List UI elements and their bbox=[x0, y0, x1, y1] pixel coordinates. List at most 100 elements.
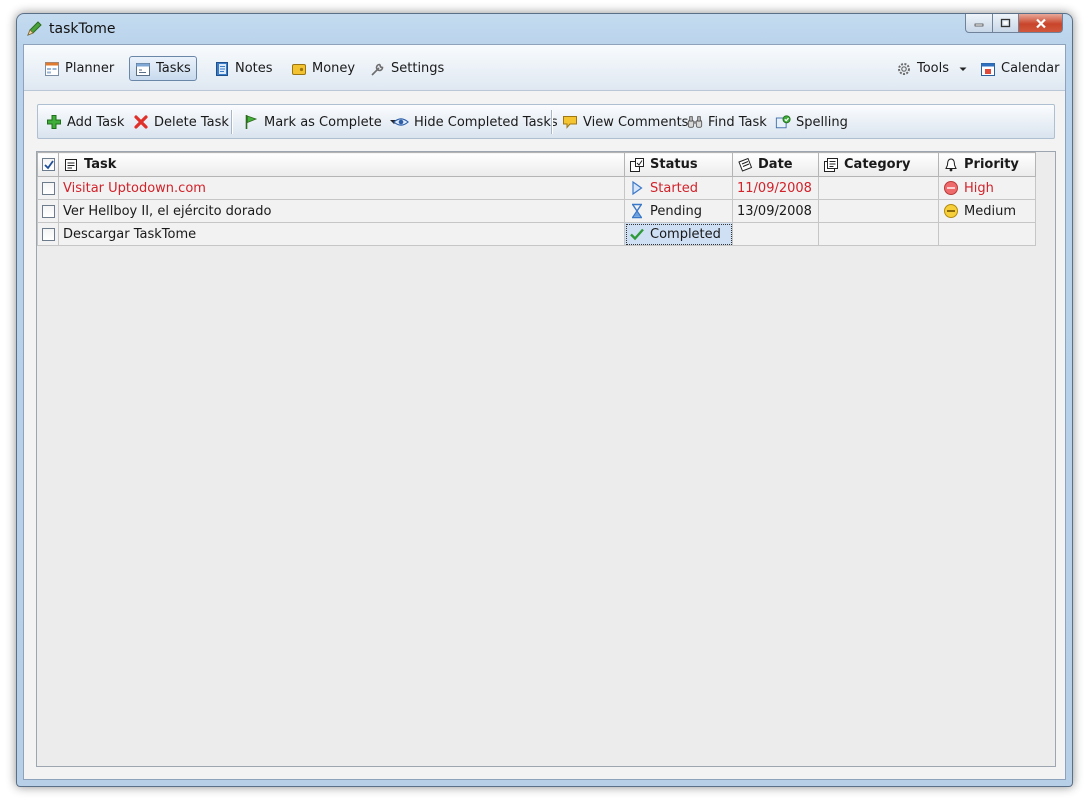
maximize-button[interactable] bbox=[993, 14, 1019, 33]
priority-cell[interactable]: Medium bbox=[938, 199, 1036, 223]
column-header-status[interactable]: Status bbox=[624, 152, 733, 177]
tasks-icon bbox=[136, 62, 150, 76]
status-cell[interactable]: Pending bbox=[624, 199, 733, 223]
priority-text: High bbox=[964, 180, 994, 196]
nav-notes[interactable]: Notes bbox=[209, 56, 278, 81]
comment-icon bbox=[563, 116, 577, 129]
select-all-checkbox[interactable] bbox=[42, 158, 55, 171]
spelling-label: Spelling bbox=[796, 114, 848, 130]
task-cell[interactable]: Descargar TaskTome bbox=[58, 222, 625, 246]
date-cell[interactable]: 13/09/2008 bbox=[732, 199, 819, 223]
nav-tools[interactable]: Tools bbox=[891, 56, 973, 81]
task-list-icon bbox=[65, 158, 77, 171]
plus-icon bbox=[47, 115, 61, 129]
nav-calendar[interactable]: Calendar bbox=[975, 56, 1064, 81]
nav-label: Notes bbox=[235, 61, 273, 76]
row-select-cell[interactable] bbox=[37, 222, 59, 246]
app-window: taskTome Planner Tasks Notes Money Setti… bbox=[16, 13, 1073, 787]
row-select-cell[interactable] bbox=[37, 199, 59, 223]
hourglass-icon bbox=[632, 203, 642, 219]
delete-icon bbox=[134, 115, 148, 129]
hide-completed-label: Hide Completed Tasks bbox=[414, 114, 558, 130]
status-text: Completed bbox=[650, 226, 721, 242]
nav-money[interactable]: Money bbox=[286, 56, 360, 81]
view-comments-label: View Comments bbox=[583, 114, 689, 130]
client-area: Planner Tasks Notes Money Settings Tools… bbox=[23, 44, 1066, 780]
table-row[interactable]: Ver Hellboy II, el ejército dorado Pendi… bbox=[37, 199, 1036, 223]
wrench-icon bbox=[371, 63, 384, 76]
status-cell[interactable]: Completed bbox=[624, 222, 733, 246]
task-grid: Task Status Date Category Priority Visit… bbox=[36, 151, 1056, 767]
find-task-button[interactable]: Find Task bbox=[687, 111, 767, 133]
checkmark-icon bbox=[630, 228, 644, 241]
close-icon bbox=[1035, 18, 1046, 28]
date-cell[interactable]: 11/09/2008 bbox=[732, 176, 819, 200]
priority-cell[interactable] bbox=[938, 222, 1036, 246]
nav-label: Calendar bbox=[1001, 61, 1060, 76]
view-comments-button[interactable]: View Comments bbox=[562, 111, 688, 133]
spelling-button[interactable]: Spelling bbox=[775, 111, 848, 133]
window-title: taskTome bbox=[49, 21, 116, 37]
column-header-priority[interactable]: Priority bbox=[938, 152, 1036, 177]
eye-icon bbox=[393, 118, 409, 126]
row-checkbox[interactable] bbox=[42, 227, 55, 241]
task-table: Task Status Date Category Priority Visit… bbox=[37, 152, 1036, 246]
table-row[interactable]: Visitar Uptodown.com Started 11/09/2008 bbox=[37, 176, 1036, 200]
pencil-icon bbox=[27, 21, 42, 36]
chevron-down-icon bbox=[959, 67, 967, 71]
column-label: Task bbox=[84, 157, 117, 172]
row-checkbox[interactable] bbox=[42, 181, 55, 195]
table-row[interactable]: Descargar TaskTome Completed bbox=[37, 222, 1036, 246]
row-checkbox[interactable] bbox=[42, 204, 55, 218]
date-cell[interactable] bbox=[732, 222, 819, 246]
minimize-icon bbox=[974, 23, 984, 27]
column-header-date[interactable]: Date bbox=[732, 152, 819, 177]
task-name: Descargar TaskTome bbox=[63, 226, 197, 242]
nav-planner[interactable]: Planner bbox=[39, 56, 119, 81]
notes-icon bbox=[216, 61, 228, 76]
nav-tasks[interactable]: Tasks bbox=[129, 56, 197, 81]
date-text: 13/09/2008 bbox=[737, 203, 812, 219]
task-cell[interactable]: Ver Hellboy II, el ejército dorado bbox=[58, 199, 625, 223]
close-button[interactable] bbox=[1019, 14, 1063, 33]
nav-label: Tools bbox=[917, 61, 950, 76]
minimize-button[interactable] bbox=[965, 14, 993, 33]
title-bar[interactable]: taskTome bbox=[17, 14, 1072, 46]
nav-settings[interactable]: Settings bbox=[365, 56, 449, 81]
play-icon bbox=[632, 180, 643, 196]
category-cell[interactable] bbox=[818, 199, 939, 223]
add-task-button[interactable]: Add Task bbox=[46, 111, 124, 133]
task-toolbar: Add Task Delete Task Mark as Complete Hi… bbox=[37, 104, 1055, 139]
column-label: Date bbox=[758, 157, 793, 172]
status-cell[interactable]: Started bbox=[624, 176, 733, 200]
delete-task-label: Delete Task bbox=[154, 114, 229, 130]
task-cell[interactable]: Visitar Uptodown.com bbox=[58, 176, 625, 200]
column-label: Priority bbox=[964, 157, 1019, 172]
nav-label: Tasks bbox=[156, 61, 191, 76]
category-icon bbox=[824, 157, 838, 172]
table-header-row: Task Status Date Category Priority bbox=[37, 152, 1036, 177]
date-text: 11/09/2008 bbox=[737, 180, 812, 196]
header-select-all[interactable] bbox=[37, 152, 59, 177]
priority-text: Medium bbox=[964, 203, 1016, 219]
status-text: Started bbox=[650, 180, 699, 196]
category-cell[interactable] bbox=[818, 176, 939, 200]
category-cell[interactable] bbox=[818, 222, 939, 246]
mark-complete-label: Mark as Complete bbox=[264, 114, 382, 130]
priority-cell[interactable]: High bbox=[938, 176, 1036, 200]
mark-complete-button[interactable]: Mark as Complete bbox=[243, 111, 400, 133]
toolbar-separator bbox=[231, 110, 232, 134]
delete-task-button[interactable]: Delete Task bbox=[133, 111, 229, 133]
date-icon bbox=[738, 157, 753, 172]
row-select-cell[interactable] bbox=[37, 176, 59, 200]
find-task-label: Find Task bbox=[708, 114, 767, 130]
spellcheck-icon bbox=[775, 115, 791, 129]
window-controls bbox=[965, 14, 1063, 33]
toolbar-separator bbox=[551, 110, 552, 134]
column-header-task[interactable]: Task bbox=[58, 152, 625, 177]
task-name: Visitar Uptodown.com bbox=[63, 180, 206, 196]
column-header-category[interactable]: Category bbox=[818, 152, 939, 177]
hide-completed-button[interactable]: Hide Completed Tasks bbox=[393, 111, 558, 133]
checkmark-icon bbox=[44, 160, 54, 170]
medium-priority-icon bbox=[944, 204, 958, 218]
